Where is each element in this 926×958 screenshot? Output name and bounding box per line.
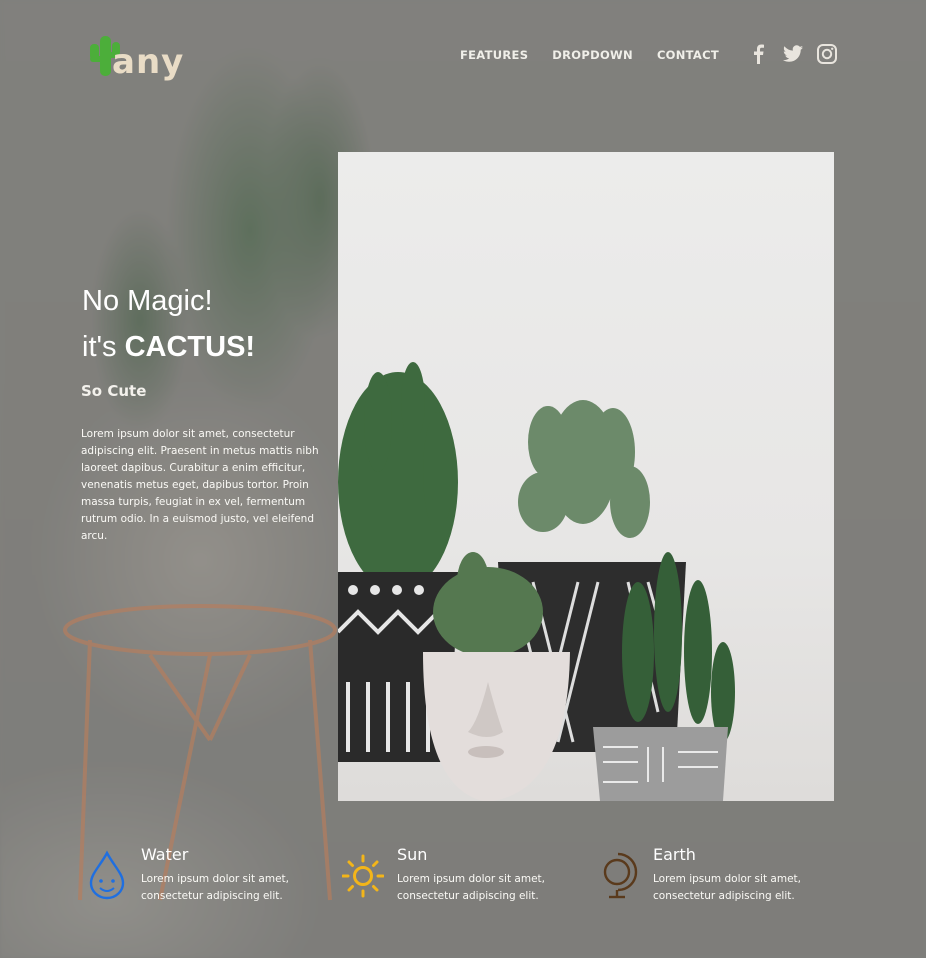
globe-icon [603,852,638,899]
feature-earth: Earth Lorem ipsum dolor sit amet, consec… [598,842,854,912]
hero-line-2-strong: CACTUS! [124,331,256,363]
feature-water: Water Lorem ipsum dolor sit amet, consec… [86,842,342,912]
main-nav: FEATURES DROPDOWN CONTACT [460,48,719,62]
hero-line-1: No Magic! [82,285,213,317]
feature-sun: Sun Lorem ipsum dolor sit amet, consecte… [342,842,598,912]
nav-item-features[interactable]: FEATURES [460,48,528,62]
features-row: Water Lorem ipsum dolor sit amet, consec… [86,842,854,912]
twitter-icon[interactable] [782,43,804,65]
feature-text: Lorem ipsum dolor sit amet, consectetur … [397,873,545,902]
hero-paragraph: Lorem ipsum dolor sit amet, consectetur … [81,428,319,542]
facebook-icon[interactable] [748,43,770,65]
cactus-photo [338,152,834,801]
hero-line-2: it's CACTUS! [82,324,255,370]
feature-title: Earth [653,845,696,864]
water-drop-icon [89,850,125,900]
hero-line-2-prefix: it's [82,331,125,363]
nav-item-dropdown[interactable]: DROPDOWN [552,48,633,62]
brand-name[interactable]: any [112,42,184,82]
nav-item-contact[interactable]: CONTACT [657,48,719,62]
feature-title: Sun [397,845,428,864]
hero-heading: No Magic! it's CACTUS! [82,278,255,370]
sun-icon [342,854,384,898]
hero-subtitle: So Cute [81,382,147,400]
instagram-icon[interactable] [816,43,838,65]
feature-title: Water [141,845,189,864]
feature-text: Lorem ipsum dolor sit amet, consectetur … [653,873,801,902]
social-links [748,43,838,65]
cactus-photo-graphic [338,362,735,801]
feature-text: Lorem ipsum dolor sit amet, consectetur … [141,873,289,902]
